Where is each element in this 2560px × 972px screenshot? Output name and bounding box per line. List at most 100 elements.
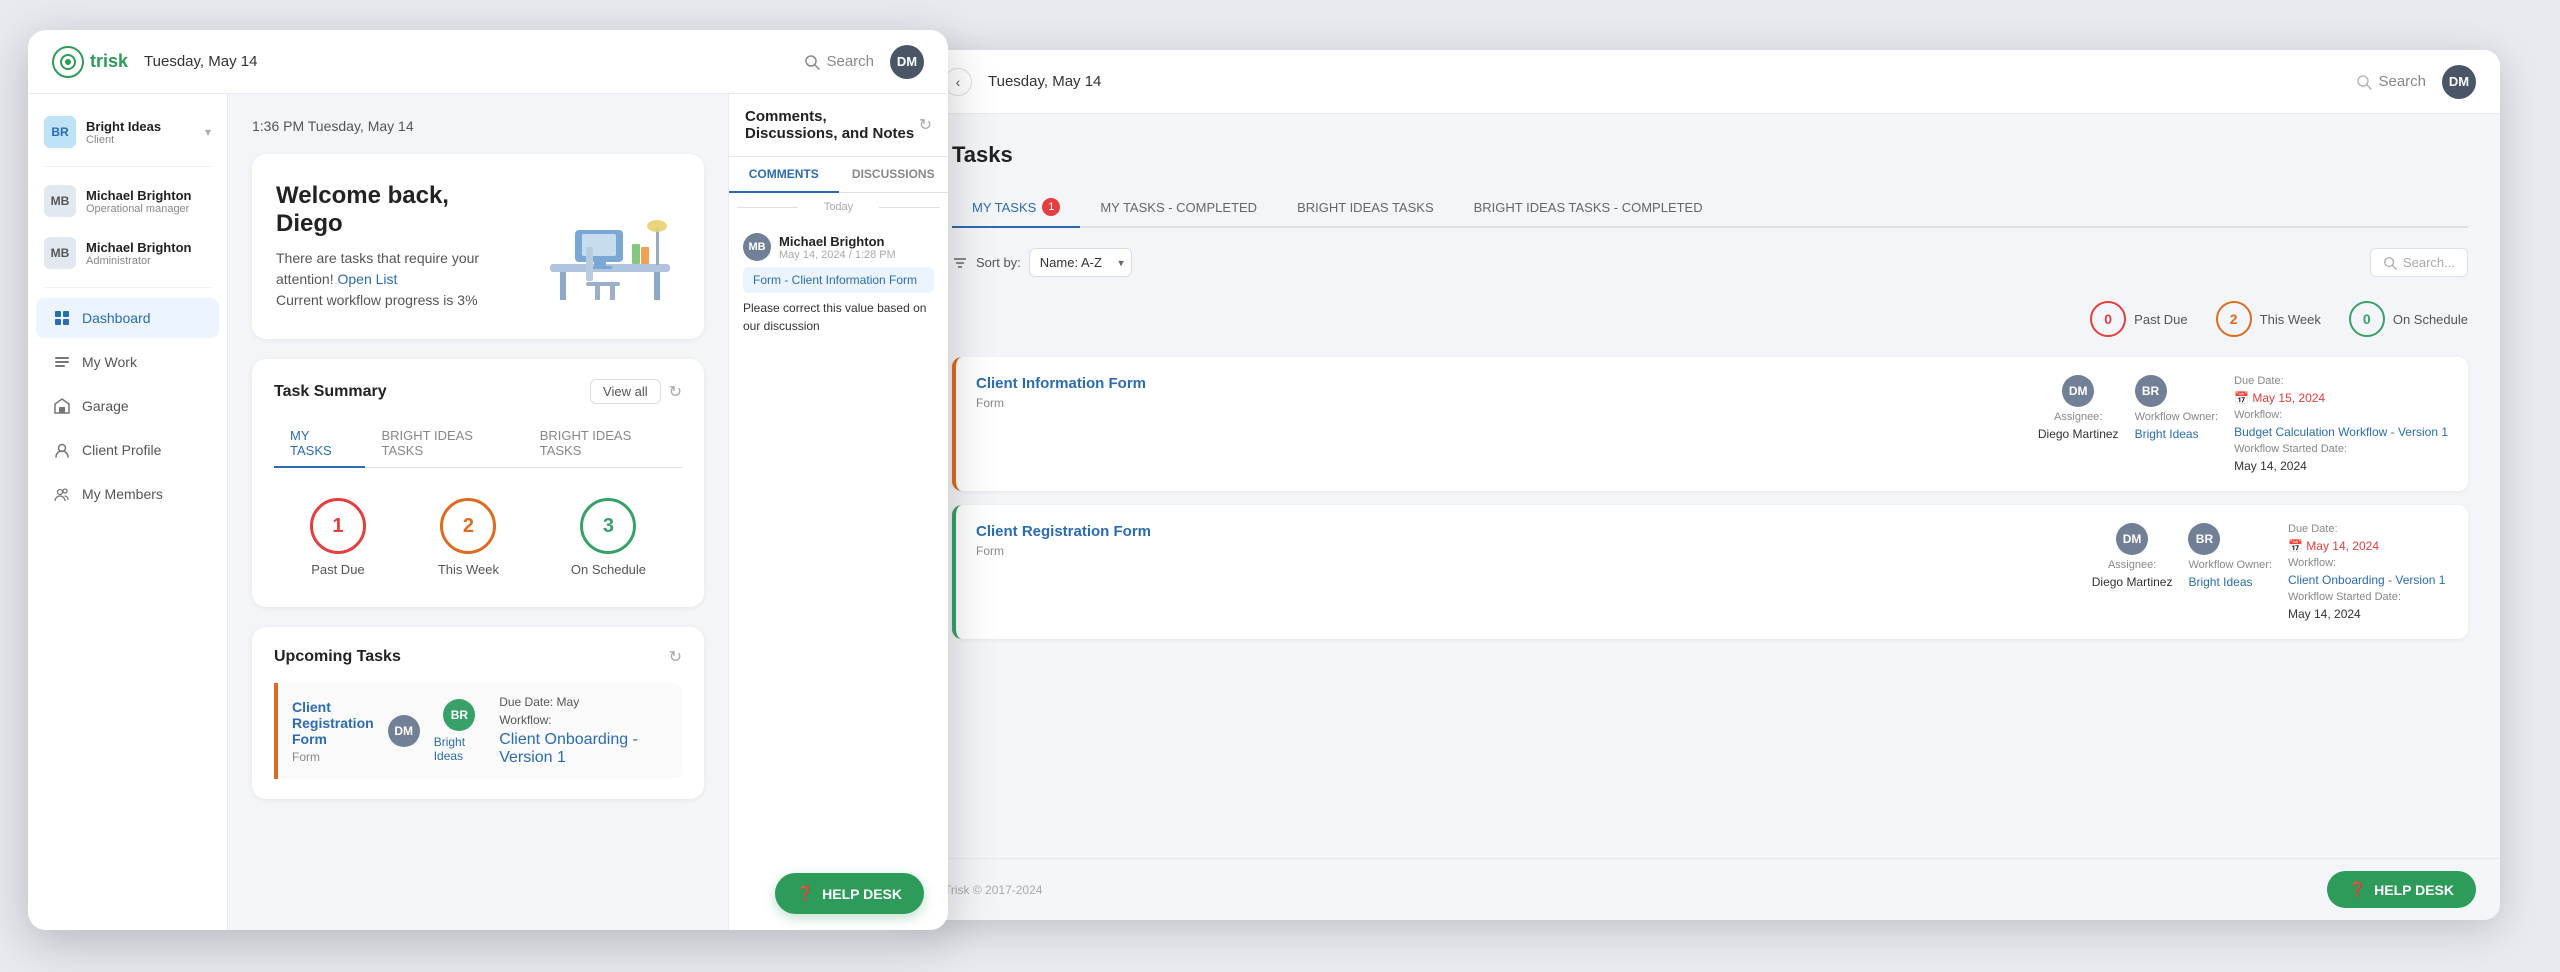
user-item-mb1[interactable]: MB Michael Brighton Operational manager bbox=[28, 175, 227, 227]
topbar-date: Tuesday, May 14 bbox=[988, 73, 2340, 90]
summary-tab-my-tasks[interactable]: MY TASKS bbox=[274, 420, 365, 468]
upcoming-tasks-card: Upcoming Tasks ↻ Client Registration For… bbox=[252, 627, 704, 799]
welcome-text: Welcome back, Diego There are tasks that… bbox=[276, 182, 520, 311]
owner-avatar-2: BR bbox=[2188, 523, 2220, 555]
window-tasks: ‹ Tuesday, May 14 Search DM Tasks MY TAS… bbox=[920, 50, 2500, 920]
tab-my-tasks[interactable]: MY TASKS 1 bbox=[952, 188, 1080, 228]
owner-value-2[interactable]: Bright Ideas bbox=[2188, 575, 2272, 589]
user-avatar-front[interactable]: DM bbox=[890, 45, 924, 79]
user-item-mb2[interactable]: MB Michael Brighton Administrator bbox=[28, 227, 227, 279]
upcoming-task-dates: Due Date: May Workflow: Client Onboardin… bbox=[499, 695, 668, 767]
tab-bright-ideas-tasks-completed[interactable]: BRIGHT IDEAS TASKS - COMPLETED bbox=[1454, 188, 1723, 228]
workflow-link-2[interactable]: Client Onboarding - Version 1 bbox=[2288, 573, 2448, 587]
comment-form-link[interactable]: Form - Client Information Form bbox=[743, 267, 934, 293]
task-dates: Due Date: 📅 May 15, 2024 Workflow: Budge… bbox=[2234, 375, 2448, 473]
sort-select-wrap: Name: A-Z bbox=[1029, 248, 1132, 277]
past-due-big-label: Past Due bbox=[311, 562, 364, 577]
status-on-schedule: 0 On Schedule bbox=[2349, 301, 2468, 337]
back-button[interactable]: ‹ bbox=[944, 68, 972, 96]
task-assignee-section-2: DM Assignee: Diego Martinez bbox=[2092, 523, 2173, 589]
assignee-avatar: DM bbox=[2062, 375, 2094, 407]
comments-tab-discussions[interactable]: DISCUSSIONS bbox=[839, 157, 949, 193]
task-card-main-2: Client Registration Form Form bbox=[976, 523, 2076, 558]
sidebar-item-my-work[interactable]: My Work bbox=[36, 342, 219, 382]
task-title-client-info[interactable]: Client Information Form bbox=[976, 375, 2022, 392]
user-avatar-mb1: MB bbox=[44, 185, 76, 217]
on-schedule-label: On Schedule bbox=[2393, 312, 2468, 327]
comment-item: MB Michael Brighton May 14, 2024 / 1:28 … bbox=[729, 221, 948, 347]
filter-icon bbox=[952, 255, 968, 271]
tab-my-tasks-completed[interactable]: MY TASKS - COMPLETED bbox=[1080, 188, 1277, 228]
topbar-tasks: ‹ Tuesday, May 14 Search DM bbox=[920, 50, 2500, 114]
search-icon-front bbox=[804, 54, 820, 70]
comments-refresh-icon[interactable]: ↻ bbox=[919, 115, 932, 135]
sidebar-item-garage[interactable]: Garage bbox=[36, 386, 219, 426]
search-button[interactable]: Search bbox=[2356, 73, 2426, 90]
sidebar-label-client-profile: Client Profile bbox=[82, 442, 161, 458]
sidebar: BR Bright Ideas Client ▾ MB Michael Brig… bbox=[28, 94, 228, 930]
page-timestamp: 1:36 PM Tuesday, May 14 bbox=[252, 118, 704, 134]
tasks-content: Tasks MY TASKS 1 MY TASKS - COMPLETED BR… bbox=[920, 114, 2500, 858]
user-info-mb2: Michael Brighton Administrator bbox=[86, 240, 211, 267]
main-content-area: 1:36 PM Tuesday, May 14 Welcome back, Di… bbox=[228, 94, 728, 930]
garage-icon bbox=[52, 396, 72, 416]
user-role-mb2: Administrator bbox=[86, 255, 211, 267]
view-all-button[interactable]: View all bbox=[590, 379, 661, 404]
upcoming-workflow-link[interactable]: Client Onboarding - Version 1 bbox=[499, 731, 668, 767]
help-icon: ❓ bbox=[2349, 881, 2366, 898]
past-due-circle: 0 bbox=[2090, 301, 2126, 337]
upcoming-refresh-icon[interactable]: ↻ bbox=[669, 647, 682, 667]
logo-text: trisk bbox=[90, 51, 128, 72]
upcoming-owner-link[interactable]: Bright Ideas bbox=[434, 735, 486, 763]
workspace-item[interactable]: BR Bright Ideas Client ▾ bbox=[28, 106, 227, 158]
tab-bright-ideas-tasks[interactable]: BRIGHT IDEAS TASKS bbox=[1277, 188, 1454, 228]
window-dashboard: trisk Tuesday, May 14 Search DM BR Brigh… bbox=[28, 30, 948, 930]
open-list-link[interactable]: Open List bbox=[338, 271, 398, 287]
my-work-icon bbox=[52, 352, 72, 372]
workflow-link[interactable]: Budget Calculation Workflow - Version 1 bbox=[2234, 425, 2448, 439]
help-desk-icon: ❓ bbox=[797, 885, 814, 902]
sidebar-item-dashboard[interactable]: Dashboard bbox=[36, 298, 219, 338]
on-schedule-circle: 0 bbox=[2349, 301, 2385, 337]
owner-value[interactable]: Bright Ideas bbox=[2135, 427, 2219, 441]
search-label-front: Search bbox=[826, 53, 874, 70]
this-week-circle: 2 bbox=[2216, 301, 2252, 337]
assignee-name: Diego Martinez bbox=[2038, 427, 2119, 441]
summary-tab-bright-ideas-2[interactable]: BRIGHT IDEAS TASKS bbox=[524, 420, 682, 468]
progress-value: 3% bbox=[457, 292, 477, 308]
task-card-client-info: Client Information Form Form DM Assignee… bbox=[952, 357, 2468, 491]
comments-panel: Comments, Discussions, and Notes ↻ COMME… bbox=[728, 94, 948, 930]
my-members-icon bbox=[52, 484, 72, 504]
upcoming-task-title[interactable]: Client Registration Form bbox=[292, 699, 374, 747]
upcoming-task-item: Client Registration Form Form DM BR Brig… bbox=[274, 683, 682, 779]
desk-svg bbox=[540, 192, 680, 302]
comments-tab-comments[interactable]: COMMENTS bbox=[729, 157, 839, 193]
tasks-toolbar: Sort by: Name: A-Z Search... bbox=[952, 248, 2468, 277]
toolbar-search[interactable]: Search... bbox=[2370, 248, 2468, 277]
comments-panel-title: Comments, Discussions, and Notes bbox=[745, 108, 919, 142]
search-label: Search bbox=[2378, 73, 2426, 90]
sidebar-item-client-profile[interactable]: Client Profile bbox=[36, 430, 219, 470]
user-avatar[interactable]: DM bbox=[2442, 65, 2476, 99]
comment-text: Please correct this value based on our d… bbox=[743, 299, 934, 335]
task-title-client-reg[interactable]: Client Registration Form bbox=[976, 523, 2076, 540]
welcome-title: Welcome back, Diego bbox=[276, 182, 520, 238]
sidebar-label-garage: Garage bbox=[82, 398, 129, 414]
sidebar-item-my-members[interactable]: My Members bbox=[36, 474, 219, 514]
help-desk-button-back[interactable]: ❓ HELP DESK bbox=[2327, 871, 2476, 908]
on-schedule-big-label: On Schedule bbox=[571, 562, 646, 577]
upcoming-owner-avatar: BR bbox=[443, 699, 475, 731]
search-placeholder: Search... bbox=[2403, 255, 2455, 270]
search-button-front[interactable]: Search bbox=[804, 53, 874, 70]
this-week-big-label: This Week bbox=[438, 562, 499, 577]
status-cell-this-week: 2 This Week bbox=[438, 498, 499, 577]
tasks-page: Tasks MY TASKS 1 MY TASKS - COMPLETED BR… bbox=[920, 114, 2500, 858]
refresh-icon[interactable]: ↻ bbox=[669, 382, 682, 402]
search-icon bbox=[2356, 74, 2372, 90]
sort-select[interactable]: Name: A-Z bbox=[1029, 248, 1132, 277]
workflow-owner-section-2: BR Workflow Owner: Bright Ideas bbox=[2188, 523, 2272, 589]
help-desk-button-front[interactable]: ❓ HELP DESK bbox=[775, 873, 924, 914]
summary-tab-bright-ideas-1[interactable]: BRIGHT IDEAS TASKS bbox=[365, 420, 523, 468]
client-profile-icon bbox=[52, 440, 72, 460]
main-layout: BR Bright Ideas Client ▾ MB Michael Brig… bbox=[28, 94, 948, 930]
